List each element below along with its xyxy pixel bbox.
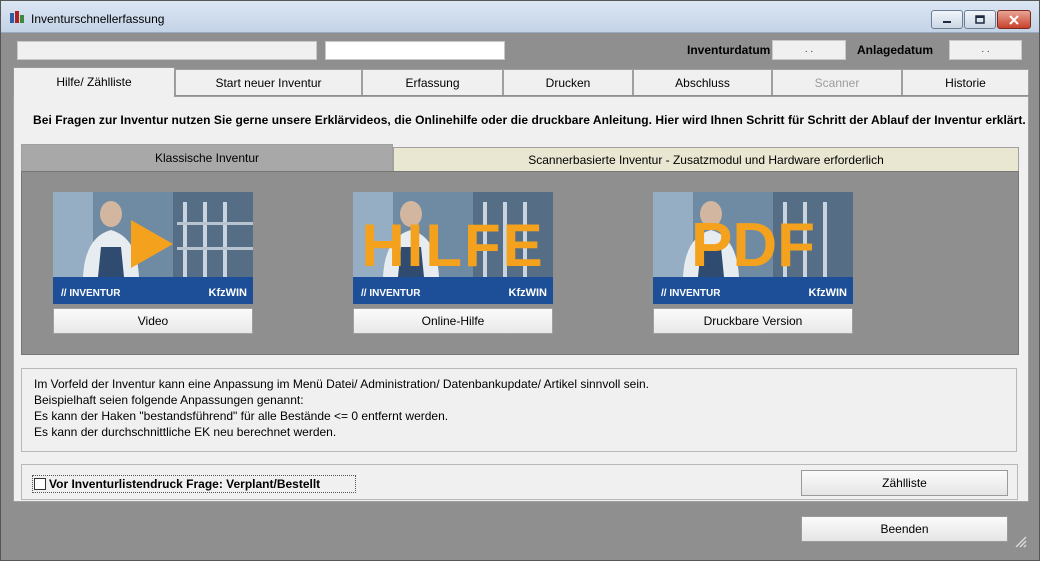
online-hilfe-thumbnail[interactable]: HILFE // INVENTUR KfzWIN (353, 192, 553, 304)
app-icon (10, 11, 24, 23)
anlagedatum-field[interactable]: . . (949, 40, 1022, 60)
verplant-bestellt-label[interactable]: Vor Inventurlistendruck Frage: Verplant/… (49, 477, 320, 491)
video-thumbnail[interactable]: // INVENTUR KfzWIN (53, 192, 253, 304)
tab-scanner[interactable]: Scanner (772, 69, 902, 95)
anlagedatum-label: Anlagedatum (857, 43, 934, 57)
tab-historie[interactable]: Historie (902, 69, 1029, 95)
tab-hilfe-zaehlliste[interactable]: Hilfe/ Zählliste (13, 67, 175, 97)
maximize-icon (975, 15, 985, 24)
window-title: Inventurschnellerfassung (31, 12, 165, 26)
card-2-brand-left: // INVENTUR (361, 288, 421, 299)
card-3-brand-right: KfzWIN (809, 287, 848, 299)
beenden-label: Beenden (880, 522, 929, 536)
card-1-brand-right: KfzWIN (209, 287, 248, 299)
note-line: Im Vorfeld der Inventur kann eine Anpass… (34, 377, 650, 391)
tab-erfassung[interactable]: Erfassung (362, 69, 503, 95)
title-bar[interactable]: Inventurschnellerfassung (1, 1, 1039, 33)
help-intro-text: Bei Fragen zur Inventur nutzen Sie gerne… (33, 113, 1026, 127)
inner-tab-scannerbasierte-inventur[interactable]: Scannerbasierte Inventur - Zusatzmodul u… (393, 147, 1019, 171)
video-button[interactable]: Video (53, 308, 253, 334)
beenden-button[interactable]: Beenden (801, 516, 1008, 542)
card-1-brand-left: // INVENTUR (61, 288, 121, 299)
inventurdatum-field[interactable]: . . (772, 40, 846, 60)
close-button[interactable] (997, 10, 1031, 29)
tab-abschluss[interactable]: Abschluss (633, 69, 772, 95)
inventurdatum-label: Inventurdatum (687, 43, 771, 57)
pdf-thumbnail[interactable]: PDF // INVENTUR KfzWIN (653, 192, 853, 304)
card-3-overlay: PDF (691, 211, 815, 280)
minimize-icon (943, 20, 951, 23)
druckbare-version-button[interactable]: Druckbare Version (653, 308, 853, 334)
note-line: Es kann der Haken "bestandsführend" für … (34, 409, 449, 423)
inventur-window: Inventurschnellerfassung Inventurdatum .… (0, 0, 1040, 561)
note-line: Es kann der durchschnittliche EK neu ber… (34, 425, 337, 439)
inner-tab-klassische-inventur[interactable]: Klassische Inventur (21, 144, 393, 171)
card-3-brand-left: // INVENTUR (661, 288, 721, 299)
customer-field[interactable] (17, 41, 317, 60)
note-line: Beispielhaft seien folgende Anpassungen … (34, 393, 304, 407)
verplant-bestellt-checkbox[interactable] (34, 478, 46, 490)
tab-drucken[interactable]: Drucken (503, 69, 633, 95)
card-2-overlay: HILFE (361, 212, 544, 279)
resize-grip-icon[interactable] (1013, 534, 1027, 548)
tab-start-neuer-inventur[interactable]: Start neuer Inventur (175, 69, 362, 95)
card-2-brand-right: KfzWIN (509, 287, 548, 299)
notes-box: Im Vorfeld der Inventur kann eine Anpass… (21, 368, 1017, 452)
close-icon (1009, 14, 1019, 25)
search-field[interactable] (325, 41, 505, 60)
maximize-button[interactable] (964, 10, 996, 29)
zaehlliste-button[interactable]: Zählliste (801, 470, 1008, 496)
minimize-button[interactable] (931, 10, 963, 29)
online-hilfe-button[interactable]: Online-Hilfe (353, 308, 553, 334)
